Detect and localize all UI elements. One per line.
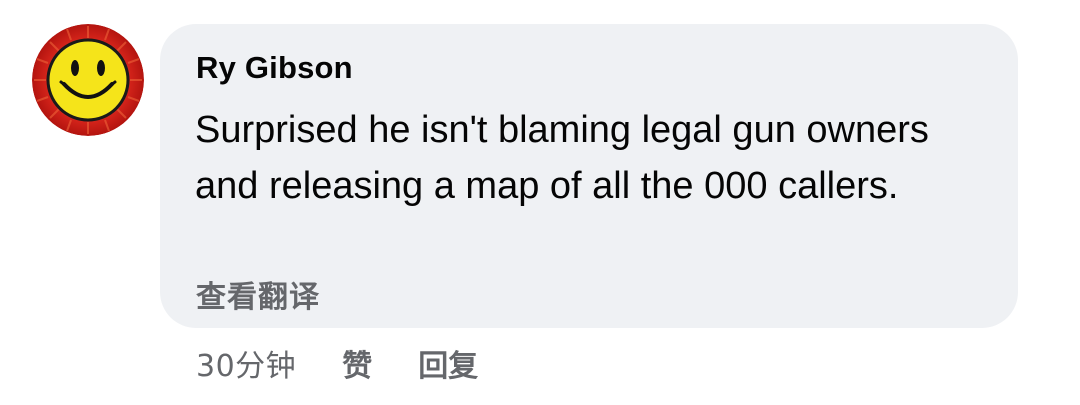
comment-timestamp[interactable]: 30分钟 (196, 341, 296, 385)
comment-bubble: Ry Gibson Surprised he isn't blaming leg… (160, 24, 1018, 328)
comment-author[interactable]: Ry Gibson (196, 50, 353, 86)
comment-text: Surprised he isn't blaming legal gun own… (195, 109, 929, 207)
comment: Ry Gibson Surprised he isn't blaming leg… (0, 0, 1080, 405)
see-translation-link[interactable]: 查看翻译 (196, 272, 320, 316)
like-button[interactable]: 赞 (342, 341, 372, 385)
reply-button[interactable]: 回复 (418, 341, 478, 385)
smiley-face-icon (32, 24, 144, 136)
avatar[interactable] (32, 24, 144, 136)
comment-actions: 30分钟 赞 回复 (196, 338, 478, 388)
